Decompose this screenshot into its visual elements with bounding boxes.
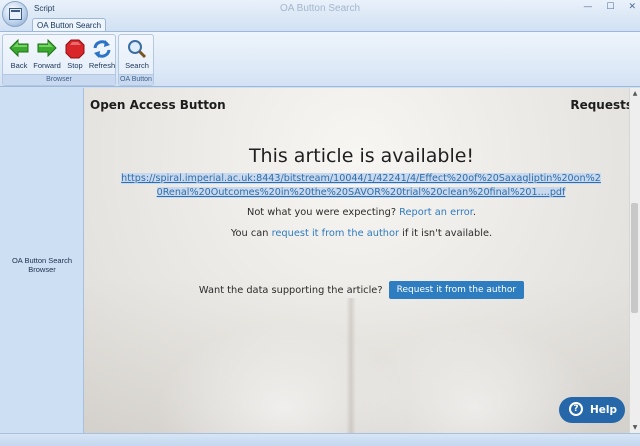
- forward-button[interactable]: Forward: [33, 37, 61, 73]
- article-url-link[interactable]: https://spiral.imperial.ac.uk:8443/bitst…: [120, 172, 602, 200]
- request-suffix-text: if it isn't available.: [402, 228, 493, 239]
- data-request-row: Want the data supporting the article? Re…: [84, 281, 629, 299]
- ribbon-group-browser: Back Forward Stop Refresh Browser: [2, 34, 116, 86]
- vertical-scrollbar[interactable]: ▲ ▼: [629, 88, 640, 433]
- arrow-right-icon: [37, 39, 57, 57]
- scrollbar-thumb[interactable]: [631, 203, 638, 313]
- requests-nav-link[interactable]: Requests: [570, 98, 629, 112]
- minimize-button[interactable]: —: [583, 2, 592, 12]
- stop-icon: [65, 39, 85, 59]
- group-label-browser: Browser: [3, 74, 115, 85]
- ribbon: Back Forward Stop Refresh Browser Search…: [0, 31, 640, 87]
- ribbon-tab-oa-button-search[interactable]: OA Button Search: [32, 18, 107, 32]
- title-bar: [0, 0, 640, 18]
- not-expected-text: Not what you were expecting?: [246, 207, 397, 218]
- book-spine-shadow: [346, 298, 356, 433]
- left-panel-label: OA Button Search Browser: [11, 256, 73, 274]
- maximize-button[interactable]: ☐: [606, 2, 614, 12]
- search-label: Search: [125, 61, 149, 70]
- window-controls: — ☐ ✕: [583, 2, 636, 12]
- group-label-oa-button: OA Button: [119, 74, 153, 85]
- article-url-text[interactable]: https://spiral.imperial.ac.uk:8443/bitst…: [121, 173, 601, 198]
- left-panel: OA Button Search Browser: [0, 88, 84, 433]
- data-prompt-text: Want the data supporting the article?: [198, 285, 383, 296]
- back-button[interactable]: Back: [6, 37, 32, 73]
- refresh-label: Refresh: [88, 61, 116, 70]
- refresh-button[interactable]: Refresh: [89, 37, 115, 73]
- arrow-left-icon: [9, 39, 29, 57]
- status-bar: [0, 433, 640, 446]
- app-window-icon: [9, 8, 22, 20]
- browser-view[interactable]: Open Access Button Requests This article…: [84, 88, 629, 433]
- application-menu-button[interactable]: [2, 1, 28, 27]
- request-data-button[interactable]: Request it from the author: [388, 281, 525, 299]
- refresh-icon: [93, 40, 111, 58]
- request-prefix-text: You can: [230, 228, 269, 239]
- not-expected-period: .: [472, 207, 477, 218]
- question-circle-icon: ?: [569, 402, 583, 416]
- request-line: You can request it from the author if it…: [84, 228, 629, 239]
- not-expected-line: Not what you were expecting? Report an e…: [84, 207, 629, 218]
- script-tab[interactable]: Script: [30, 2, 58, 16]
- close-button[interactable]: ✕: [628, 2, 636, 12]
- scroll-up-arrow-icon[interactable]: ▲: [630, 88, 640, 99]
- request-author-link[interactable]: request it from the author: [272, 228, 399, 239]
- scroll-down-arrow-icon[interactable]: ▼: [630, 422, 640, 433]
- page-headline: This article is available!: [248, 145, 475, 167]
- background-book-image: [84, 88, 629, 433]
- help-button[interactable]: ? Help: [559, 397, 625, 423]
- search-button[interactable]: Search: [124, 37, 150, 73]
- magnifier-icon: [128, 40, 147, 59]
- brand-logo-link[interactable]: Open Access Button: [90, 98, 226, 112]
- help-label: Help: [590, 404, 618, 416]
- report-error-link[interactable]: Report an error: [399, 207, 473, 218]
- ribbon-group-oa-button: Search OA Button: [118, 34, 154, 86]
